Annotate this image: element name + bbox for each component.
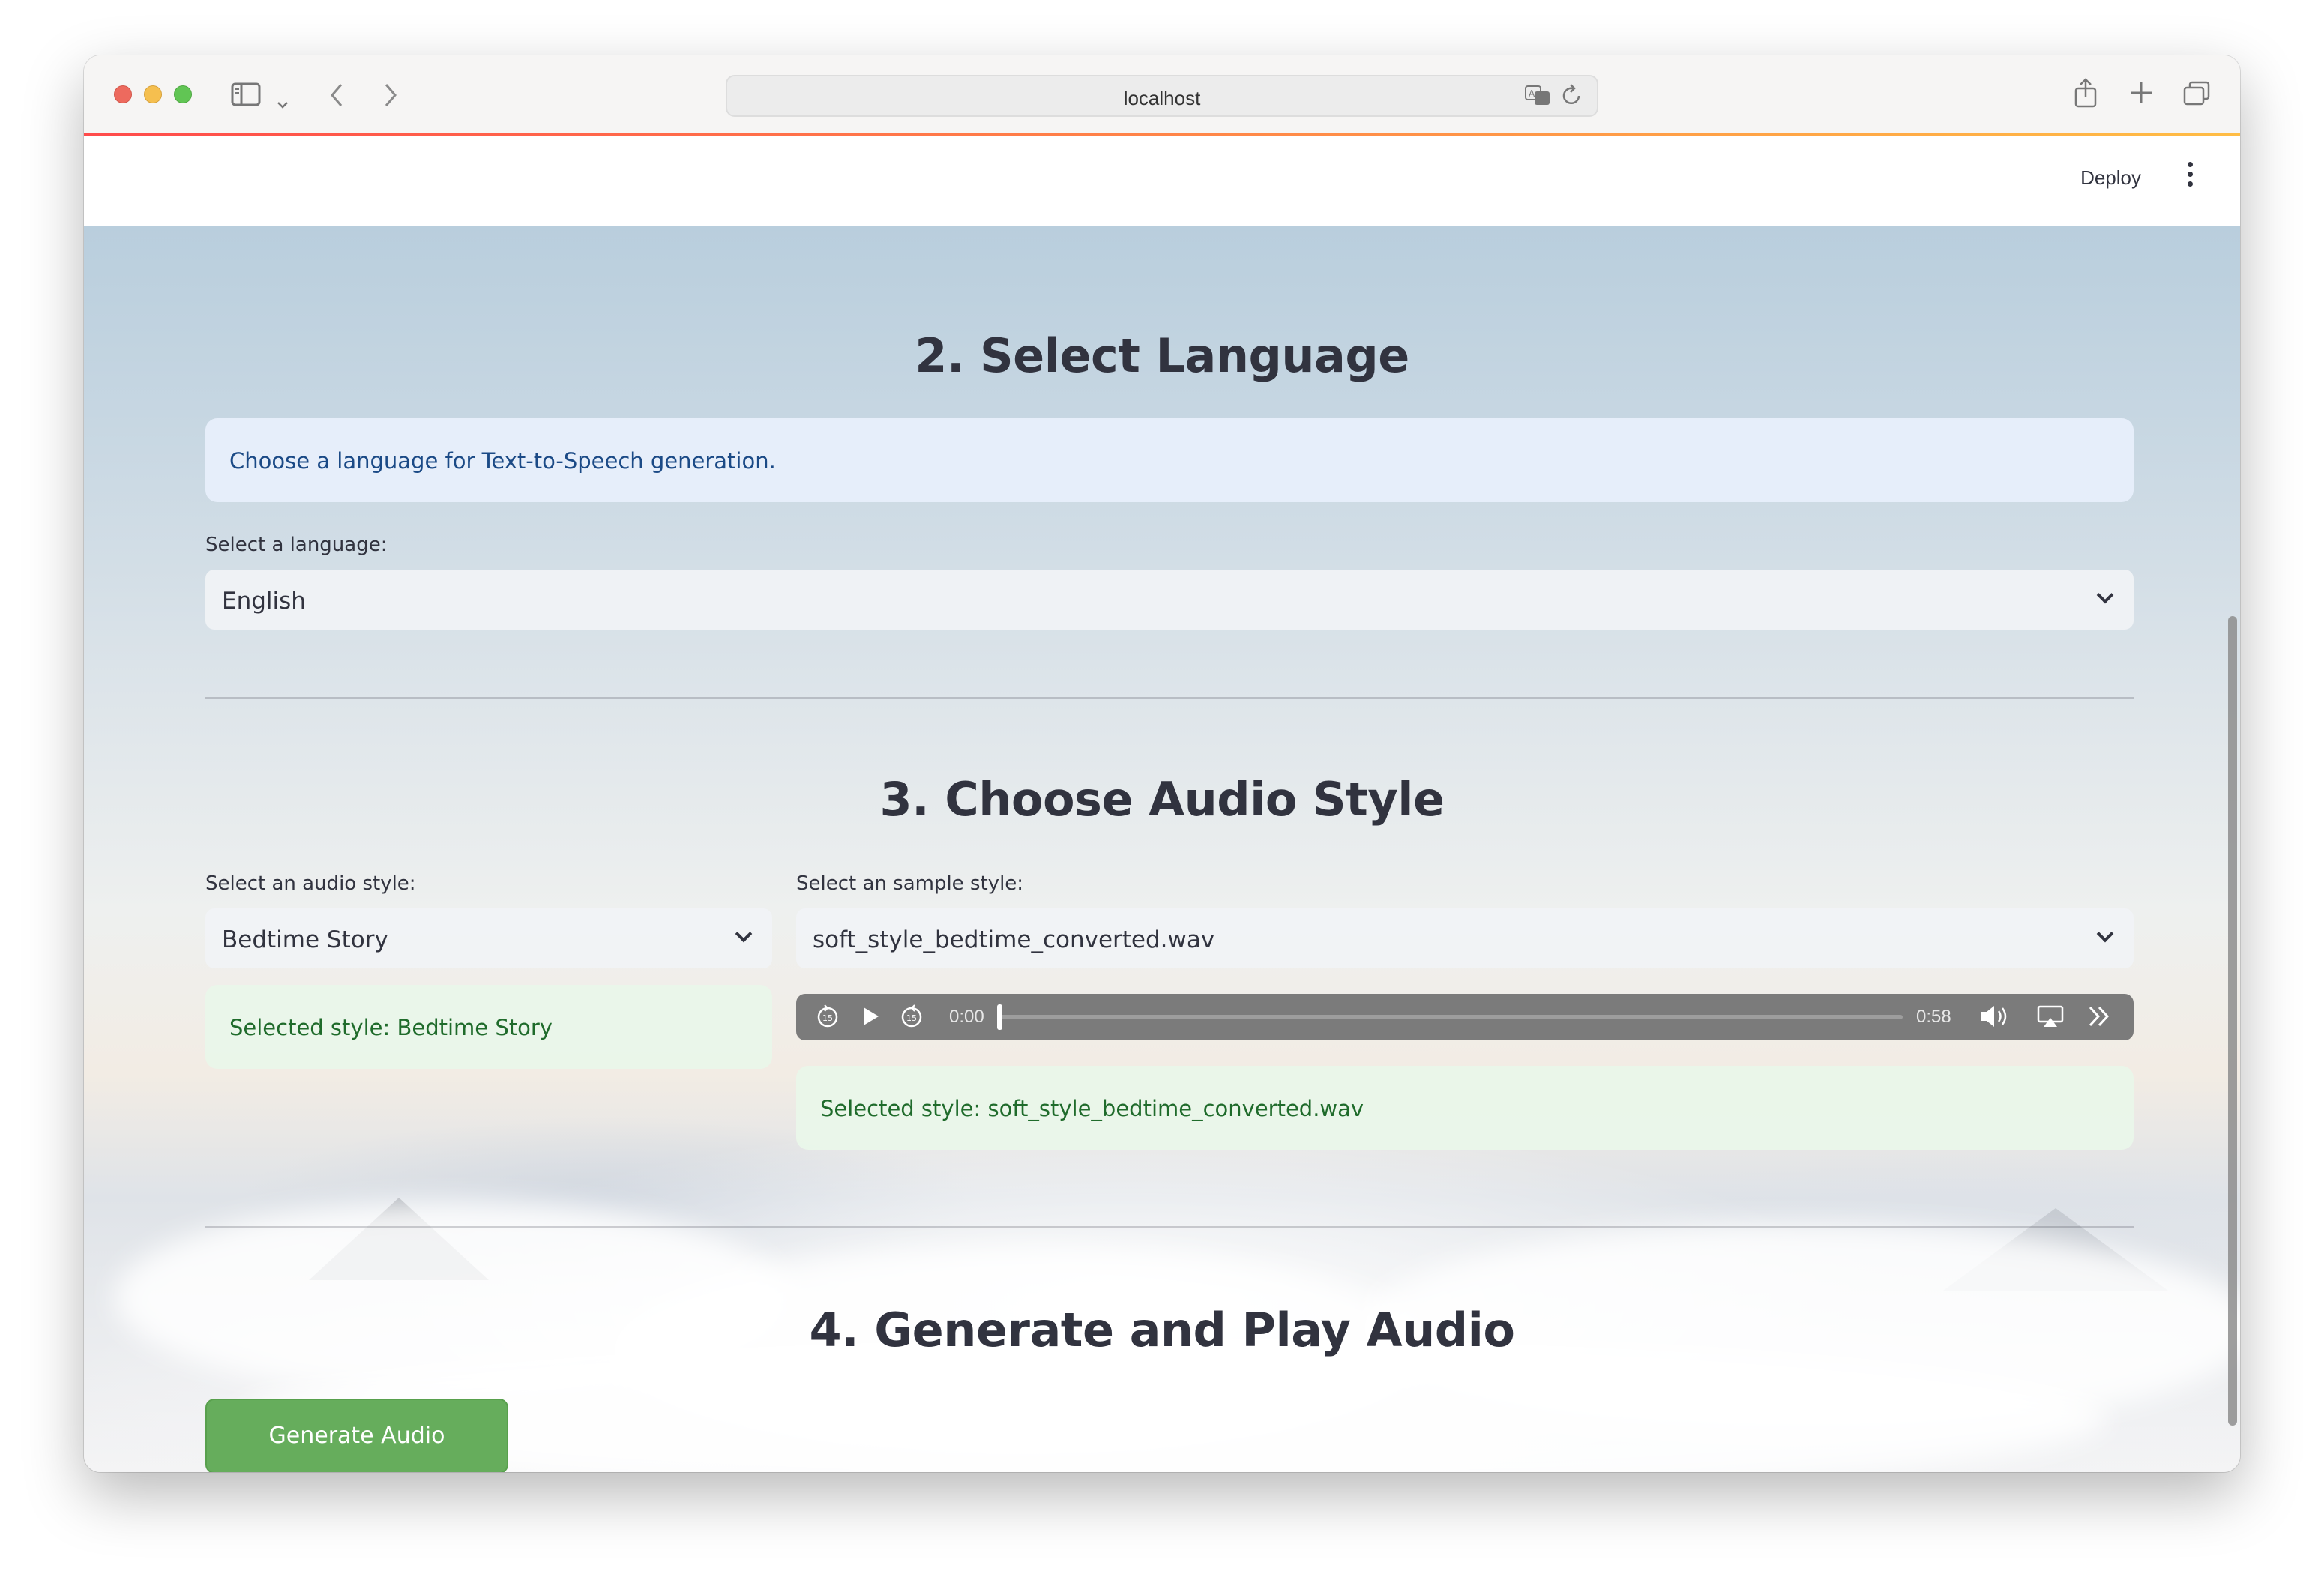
skip-back-icon[interactable]: 15 (816, 1003, 840, 1037)
reload-icon[interactable] (1561, 82, 1583, 114)
sample-success-text: Selected style: soft_style_bedtime_conve… (820, 1096, 1364, 1121)
app-header: Deploy (84, 136, 2240, 226)
sample-style-select[interactable]: soft_style_bedtime_converted.wav (796, 908, 2134, 968)
main-menu-icon[interactable] (2188, 162, 2194, 191)
airplay-icon[interactable] (2036, 1003, 2065, 1037)
audio-seek-handle[interactable] (997, 1004, 1002, 1030)
back-arrow-icon[interactable] (328, 82, 345, 113)
app-content: 2. Select Language Choose a language for… (84, 226, 2240, 1472)
address-text: localhost (1123, 87, 1201, 109)
audio-style-select-value: Bedtime Story (222, 926, 388, 953)
language-select[interactable]: English (205, 570, 2134, 630)
audio-current-time: 0:00 (949, 1007, 984, 1027)
audio-duration: 0:58 (1916, 1007, 1951, 1027)
chevron-down-icon[interactable] (276, 88, 289, 115)
playback-speed-icon[interactable] (2086, 1003, 2113, 1037)
generate-audio-button[interactable]: Generate Audio (205, 1399, 508, 1472)
chevron-down-icon (2096, 925, 2114, 943)
sidebar-toggle-icon[interactable] (231, 82, 261, 112)
svg-text:A: A (1529, 88, 1535, 99)
section-title-language: 2. Select Language (915, 328, 1409, 383)
loading-progress-line (84, 133, 2240, 136)
share-icon[interactable] (2074, 78, 2098, 113)
language-select-value: English (222, 588, 306, 615)
chevron-down-icon (735, 925, 753, 943)
style-success-alert: Selected style: Bedtime Story (205, 985, 772, 1069)
sample-style-select-value: soft_style_bedtime_converted.wav (813, 926, 1215, 953)
new-tab-icon[interactable] (2129, 81, 2153, 110)
audio-seek-track[interactable] (999, 1015, 1903, 1019)
section-divider (205, 1226, 2134, 1228)
minimize-window-button[interactable] (144, 85, 162, 103)
deploy-button[interactable]: Deploy (2080, 166, 2141, 190)
info-alert-text: Choose a language for Text-to-Speech gen… (229, 448, 776, 474)
svg-text:15: 15 (906, 1013, 917, 1023)
browser-toolbar: localhost A (84, 55, 2240, 136)
browser-window: localhost A Deploy 2. Select Language Ch… (84, 55, 2240, 1472)
language-select-label: Select a language: (205, 534, 388, 556)
svg-text:15: 15 (822, 1013, 833, 1023)
info-alert: Choose a language for Text-to-Speech gen… (205, 418, 2134, 502)
audio-style-select-label: Select an audio style: (205, 872, 416, 895)
skip-forward-icon[interactable]: 15 (900, 1003, 924, 1037)
forward-arrow-icon[interactable] (382, 82, 399, 113)
audio-player[interactable]: 15 15 0:00 0:58 (796, 994, 2134, 1040)
play-icon[interactable] (861, 1003, 882, 1037)
section-title-generate: 4. Generate and Play Audio (809, 1303, 1515, 1357)
section-title-audio-style: 3. Choose Audio Style (879, 772, 1445, 827)
volume-icon[interactable] (1978, 1003, 2014, 1037)
sample-success-alert: Selected style: soft_style_bedtime_conve… (796, 1066, 2134, 1150)
zoom-window-button[interactable] (174, 85, 192, 103)
chevron-down-icon (2096, 586, 2114, 604)
audio-style-select[interactable]: Bedtime Story (205, 908, 772, 968)
section-divider (205, 697, 2134, 699)
translate-icon[interactable]: A (1525, 85, 1552, 111)
address-bar[interactable]: localhost A (726, 75, 1598, 117)
tab-overview-icon[interactable] (2183, 81, 2210, 112)
sample-style-select-label: Select an sample style: (796, 872, 1024, 895)
style-success-text: Selected style: Bedtime Story (229, 1015, 553, 1040)
close-window-button[interactable] (114, 85, 132, 103)
